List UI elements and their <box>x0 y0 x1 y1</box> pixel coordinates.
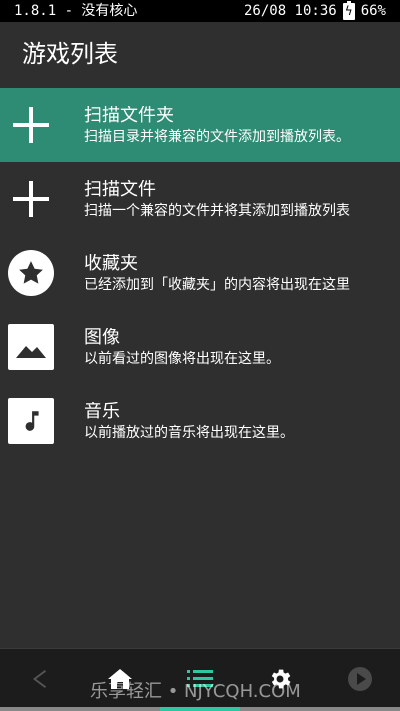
music-note-icon <box>8 398 54 444</box>
bottom-nav: 乐享轻汇 • NJYCQH.COM <box>0 648 400 711</box>
list-item-desc: 以前看过的图像将出现在这里。 <box>84 351 280 367</box>
list-item-images[interactable]: 图像 以前看过的图像将出现在这里。 <box>0 310 400 384</box>
list-item-label: 图像 <box>84 328 120 348</box>
list-item-music[interactable]: 音乐 以前播放过的音乐将出现在这里。 <box>0 384 400 458</box>
list-item-label: 扫描文件夹 <box>84 106 174 126</box>
battery-percent: 66% <box>360 3 386 19</box>
plus-icon <box>8 102 54 148</box>
list-item-scan-file[interactable]: 扫描文件 扫描一个兼容的文件并将其添加到播放列表 <box>0 162 400 236</box>
image-icon <box>8 324 54 370</box>
battery-charging-icon: ϟ <box>342 0 355 20</box>
list-item-desc: 扫描目录并将兼容的文件添加到播放列表。 <box>84 129 350 145</box>
status-right: 26/08 10:36 ϟ 66% <box>244 0 386 22</box>
list-item-label: 扫描文件 <box>84 180 156 200</box>
back-icon[interactable] <box>24 663 56 695</box>
list-item-desc: 以前播放过的音乐将出现在这里。 <box>84 425 294 441</box>
app-bar: 游戏列表 <box>0 22 400 88</box>
watermark-text: 乐享轻汇 • NJYCQH.COM <box>90 681 301 702</box>
list-item-label: 收藏夹 <box>84 254 138 274</box>
status-time: 26/08 10:36 <box>243 3 337 19</box>
play-icon[interactable] <box>344 663 376 695</box>
menu-list: 扫描文件夹 扫描目录并将兼容的文件添加到播放列表。 扫描文件 扫描一个兼容的文件… <box>0 88 400 458</box>
star-icon <box>8 250 54 296</box>
list-item-scan-folder[interactable]: 扫描文件夹 扫描目录并将兼容的文件添加到播放列表。 <box>0 88 400 162</box>
page-title: 游戏列表 <box>22 40 118 68</box>
active-tab-indicator <box>160 707 240 711</box>
list-item-desc: 扫描一个兼容的文件并将其添加到播放列表 <box>84 203 350 219</box>
list-item-desc: 已经添加到「收藏夹」的内容将出现在这里 <box>84 277 350 293</box>
list-item-label: 音乐 <box>84 402 120 422</box>
status-left-text: 1.8.1 - 没有核心 <box>14 3 138 19</box>
list-item-favorites[interactable]: 收藏夹 已经添加到「收藏夹」的内容将出现在这里 <box>0 236 400 310</box>
status-bar: 1.8.1 - 没有核心 26/08 10:36 ϟ 66% <box>0 0 400 22</box>
plus-icon <box>8 176 54 222</box>
